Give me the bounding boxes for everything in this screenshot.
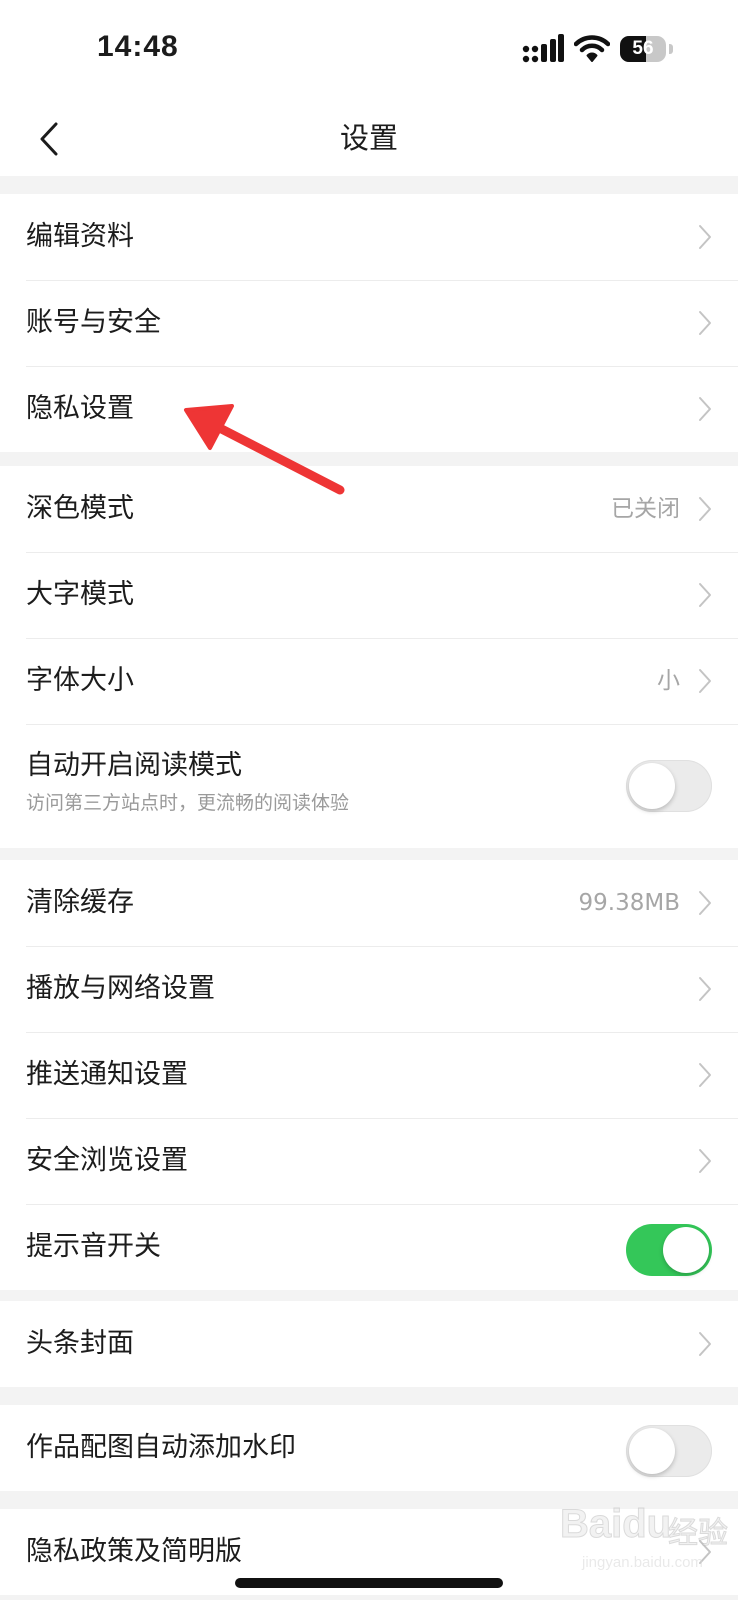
status-time: 14:48	[97, 30, 179, 63]
chevron-right-icon	[699, 225, 711, 249]
settings-group: 头条封面	[0, 1301, 738, 1387]
battery-level: 56	[632, 38, 654, 59]
row-label: 作品配图自动添加水印	[26, 1432, 296, 1463]
settings-row[interactable]: 推送通知设置	[0, 1032, 738, 1118]
settings-row[interactable]: 大字模式	[0, 552, 738, 638]
row-label: 深色模式	[26, 493, 134, 524]
wifi-icon	[574, 35, 610, 62]
chevron-right-icon	[699, 1149, 711, 1173]
row-label: 清除缓存	[26, 887, 134, 918]
row-sublabel: 访问第三方站点时，更流畅的阅读体验	[26, 792, 350, 814]
settings-row[interactable]: 安全浏览设置	[0, 1118, 738, 1204]
toggle-switch[interactable]	[626, 760, 712, 812]
settings-row[interactable]: 提示音开关	[0, 1204, 738, 1290]
toggle-switch[interactable]	[626, 1425, 712, 1477]
row-label: 播放与网络设置	[26, 973, 215, 1004]
row-label: 字体大小	[26, 665, 134, 696]
settings-row[interactable]: 播放与网络设置	[0, 946, 738, 1032]
settings-row[interactable]: 编辑资料	[0, 194, 738, 280]
row-value: 99.38MB	[578, 890, 680, 916]
settings-row[interactable]: 隐私设置	[0, 366, 738, 452]
row-value: 小	[657, 668, 680, 694]
battery-tip	[669, 44, 673, 54]
home-indicator	[235, 1578, 503, 1588]
row-value: 已关闭	[611, 496, 680, 522]
settings-row[interactable]: 自动开启阅读模式访问第三方站点时，更流畅的阅读体验	[0, 724, 738, 848]
status-bar: 14:48 56	[0, 0, 738, 100]
settings-row[interactable]: 头条封面	[0, 1301, 738, 1387]
toggle-knob	[629, 1428, 675, 1474]
toggle-knob	[629, 763, 675, 809]
row-label: 安全浏览设置	[26, 1145, 188, 1176]
row-label: 头条封面	[26, 1328, 134, 1359]
chevron-right-icon	[699, 497, 711, 521]
chevron-right-icon	[699, 669, 711, 693]
chevron-right-icon	[699, 891, 711, 915]
row-label: 自动开启阅读模式	[26, 750, 242, 781]
nav-bar: 设置	[0, 100, 738, 176]
chevron-right-icon	[699, 311, 711, 335]
row-label: 隐私设置	[26, 393, 134, 424]
annotation-arrow-icon	[184, 404, 345, 495]
settings-group: 清除缓存 99.38MB 播放与网络设置 推送通知设置 安全浏览设置 提示音开关	[0, 860, 738, 1290]
chevron-right-icon	[699, 583, 711, 607]
chevron-left-icon	[40, 122, 58, 156]
row-label: 提示音开关	[26, 1231, 161, 1262]
toggle-switch[interactable]	[626, 1224, 712, 1276]
back-button[interactable]	[24, 108, 84, 168]
watermark-url: jingyan.baidu.com	[582, 1554, 703, 1571]
settings-group: 深色模式 已关闭大字模式字体大小 小自动开启阅读模式访问第三方站点时，更流畅的阅读体…	[0, 466, 738, 848]
settings-row[interactable]: 深色模式 已关闭	[0, 466, 738, 552]
toggle-knob	[663, 1227, 709, 1273]
settings-group: 作品配图自动添加水印	[0, 1405, 738, 1491]
cellular-signal-icon	[522, 34, 564, 63]
battery-icon: 56	[620, 36, 666, 62]
row-label: 隐私政策及简明版	[26, 1536, 242, 1567]
watermark-label: 经验	[668, 1516, 729, 1552]
settings-group: 编辑资料账号与安全隐私设置	[0, 194, 738, 452]
chevron-right-icon	[699, 977, 711, 1001]
row-label: 账号与安全	[26, 307, 161, 338]
page-title: 设置	[339, 121, 398, 155]
settings-row[interactable]: 作品配图自动添加水印	[0, 1405, 738, 1491]
settings-row[interactable]: 账号与安全	[0, 280, 738, 366]
chevron-right-icon	[699, 1332, 711, 1356]
chevron-right-icon	[699, 397, 711, 421]
chevron-right-icon	[699, 1063, 711, 1087]
settings-row[interactable]: 清除缓存 99.38MB	[0, 860, 738, 946]
row-label: 推送通知设置	[26, 1059, 188, 1090]
watermark-logo: Baidu	[559, 1502, 672, 1547]
row-label: 大字模式	[26, 579, 134, 610]
settings-row[interactable]: 字体大小 小	[0, 638, 738, 724]
baidu-watermark: Baidu 经验 jingyan.baidu.com	[559, 1498, 730, 1578]
row-label: 编辑资料	[26, 221, 134, 252]
